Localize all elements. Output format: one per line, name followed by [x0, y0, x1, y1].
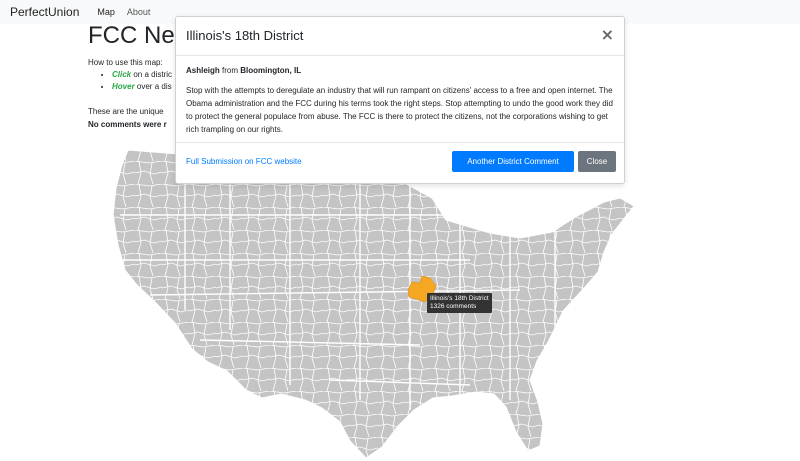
- close-icon[interactable]: ×: [601, 25, 614, 44]
- commenter-line: Ashleigh from Bloomington, IL: [186, 66, 614, 75]
- comment-text: Stop with the attempts to deregulate an …: [186, 86, 613, 134]
- another-district-comment-button[interactable]: Another District Comment: [452, 151, 574, 172]
- close-button[interactable]: Close: [578, 151, 616, 172]
- district-tooltip: Illinois's 18th District 1326 comments: [427, 293, 492, 313]
- commenter-name: Ashleigh: [186, 66, 220, 75]
- modal-title: Illinois's 18th District: [186, 28, 304, 43]
- tooltip-count: 1326 comments: [430, 303, 477, 310]
- comment-modal: Illinois's 18th District × Ashleigh from…: [175, 16, 625, 184]
- map-districts[interactable]: [100, 140, 660, 461]
- tooltip-district: Illinois's 18th District: [430, 295, 489, 302]
- full-submission-link[interactable]: Full Submission on FCC website: [186, 157, 302, 166]
- commenter-location: Bloomington, IL: [240, 66, 302, 75]
- commenter-from: from: [219, 66, 241, 75]
- modal-body: Ashleigh from Bloomington, IL Stop with …: [176, 56, 624, 136]
- modal-header: Illinois's 18th District ×: [176, 17, 624, 56]
- modal-footer: Full Submission on FCC website Another D…: [176, 142, 624, 183]
